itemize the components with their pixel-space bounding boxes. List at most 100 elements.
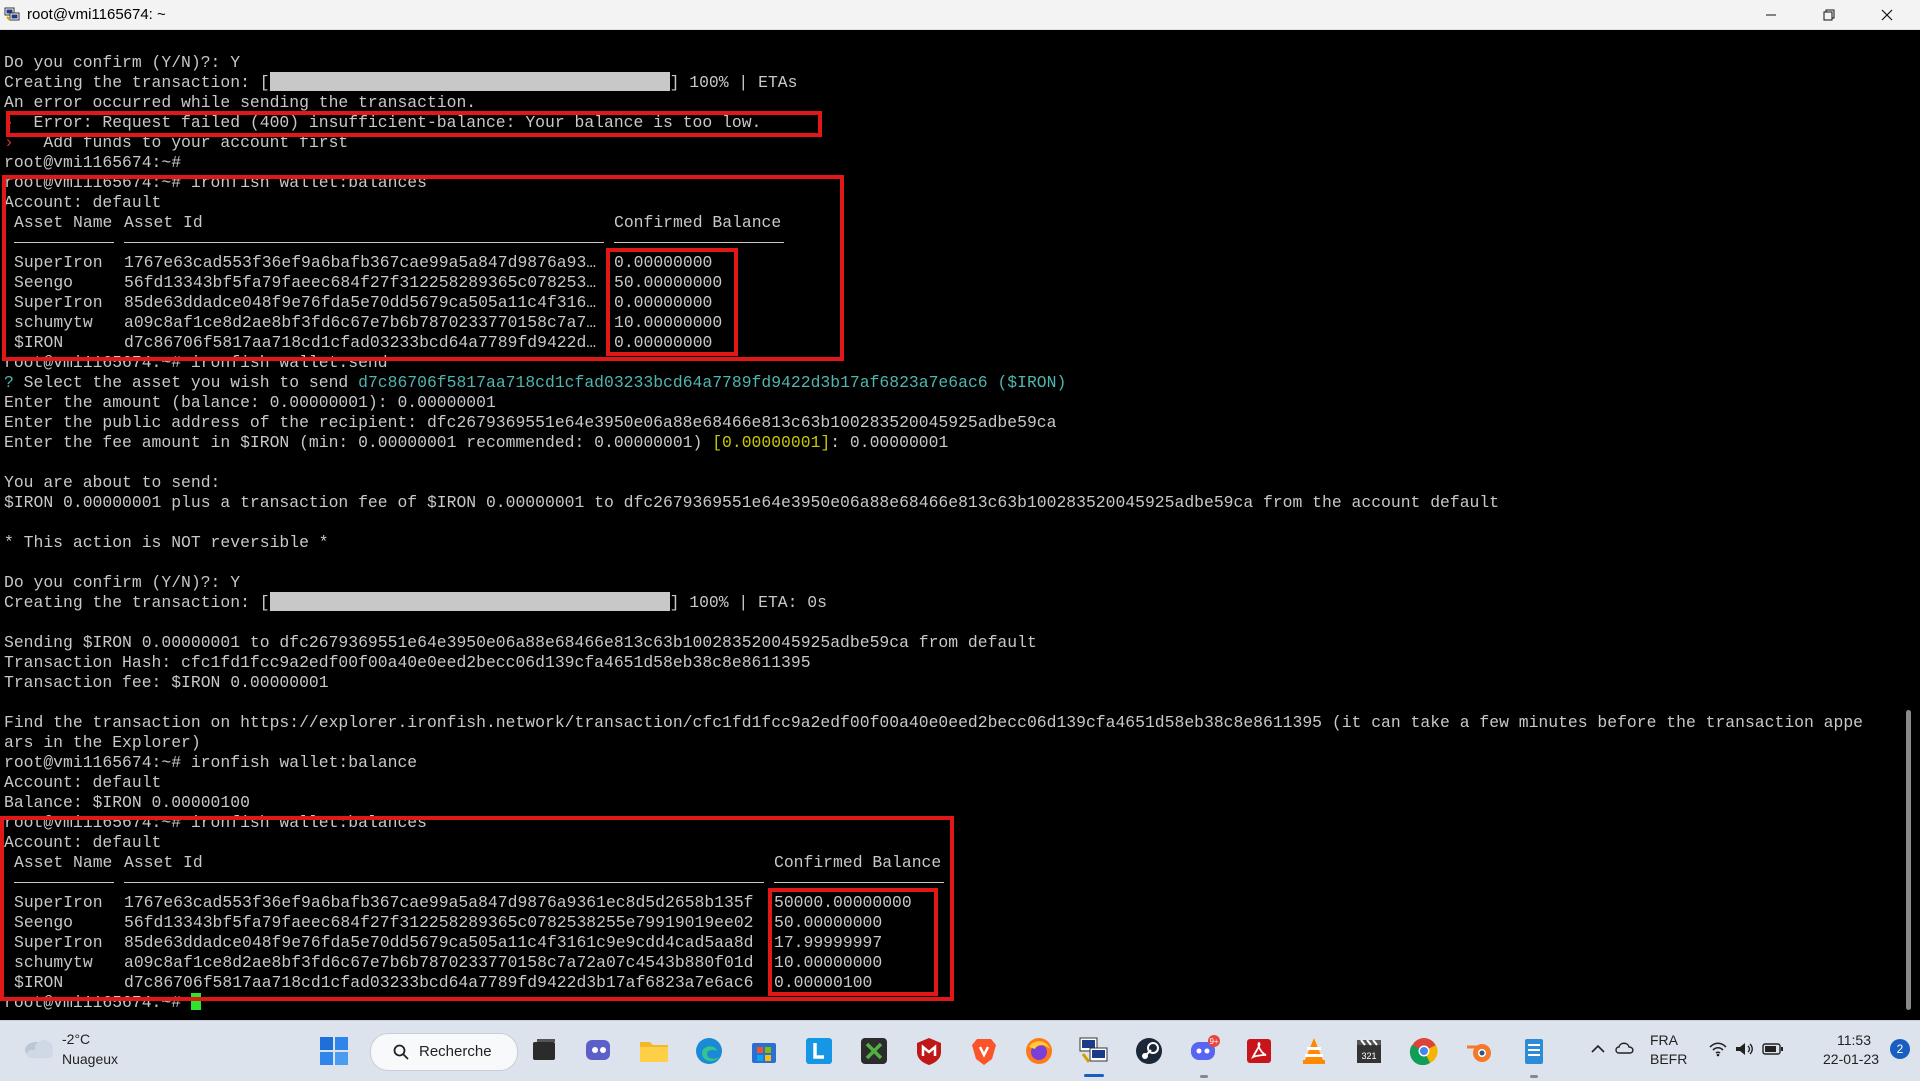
keyboard-layout[interactable]: BEFR	[1650, 1051, 1687, 1067]
brave-button[interactable]	[968, 1035, 1000, 1067]
edge-button[interactable]	[693, 1035, 725, 1067]
scrollbar-thumb[interactable]	[1906, 710, 1911, 1010]
terminal-line: Enter the public address of the recipien…	[4, 413, 1057, 432]
vlc-button[interactable]	[1298, 1035, 1330, 1067]
putty-button[interactable]	[1078, 1035, 1110, 1067]
prompt-line: root@vmi1165674:~#	[4, 153, 182, 172]
onedrive-cloud-icon[interactable]	[1614, 1039, 1636, 1055]
windows-start-icon	[320, 1037, 348, 1065]
terminal-text: ] 100% | ETA: 0s	[669, 593, 827, 612]
notepad-icon	[1525, 1039, 1543, 1064]
chat-button[interactable]	[583, 1035, 615, 1067]
chrome-button[interactable]	[1408, 1035, 1440, 1067]
terminal-text: Enter the fee amount in $IRON (min: 0.00…	[4, 433, 713, 452]
firefox-button[interactable]	[1023, 1035, 1055, 1067]
balance-column-highlight-box	[606, 248, 738, 356]
clapper-icon: 321	[1357, 1039, 1381, 1063]
default-value-hint: [0.00000001]	[712, 433, 831, 452]
terminal-line: Transaction fee: $IRON 0.00000001	[4, 673, 329, 692]
prompt-line: root@vmi1165674:~# ironfish wallet:balan…	[4, 753, 418, 772]
discord-badge: 9+	[1209, 1037, 1218, 1046]
terminal-scrollbar[interactable]	[1898, 30, 1920, 1020]
mcafee-button[interactable]	[913, 1035, 945, 1067]
store-button[interactable]	[748, 1035, 780, 1067]
l-app-button[interactable]	[803, 1035, 835, 1067]
edge-icon	[696, 1038, 722, 1064]
question-mark-icon: ?	[4, 373, 14, 392]
search-label: Recherche	[419, 1043, 492, 1060]
notification-badge[interactable]: 2	[1890, 1039, 1910, 1059]
error-highlight-box	[6, 111, 822, 137]
balance-column-highlight-box	[768, 888, 938, 996]
running-app-indicator	[1200, 1075, 1208, 1078]
terminal-line: ars in the Explorer)	[4, 733, 201, 752]
task-view-icon	[533, 1039, 555, 1060]
acrobat-icon	[1247, 1039, 1271, 1063]
file-explorer-button[interactable]	[638, 1035, 670, 1067]
blender-icon	[1467, 1044, 1491, 1062]
volume-icon[interactable]	[1734, 1041, 1754, 1057]
steam-button[interactable]	[1133, 1035, 1165, 1067]
window-title-bar[interactable]: root@vmi1165674: ~	[0, 0, 1920, 30]
steam-icon	[1136, 1038, 1162, 1064]
notepad-button[interactable]	[1518, 1035, 1550, 1067]
terminal-line: $IRON 0.00000001 plus a transaction fee …	[4, 493, 1500, 512]
weather-widget[interactable]: -2°C Nuageux	[22, 1029, 142, 1073]
terminal-line: An error occurred while sending the tran…	[4, 93, 477, 112]
blender-button[interactable]	[1463, 1035, 1495, 1067]
terminal-line: Transaction Hash: cfc1fd1fcc9a2edf00f00a…	[4, 653, 811, 672]
chrome-icon	[1409, 1038, 1438, 1066]
language-code[interactable]: FRA	[1650, 1032, 1678, 1048]
restore-icon	[1823, 9, 1835, 20]
terminal-line: Do you confirm (Y/N)?: Y	[4, 53, 241, 72]
file-explorer-icon	[640, 1042, 668, 1062]
search-icon	[393, 1044, 409, 1060]
firefox-icon	[1026, 1038, 1052, 1064]
selected-asset: d7c86706f5817aa718cd1cfad03233bcd64a7789…	[358, 373, 1067, 392]
terminal-line: Account: default	[4, 773, 162, 792]
clock-date[interactable]: 22-01-23	[1823, 1051, 1879, 1067]
restore-button[interactable]	[1800, 0, 1858, 29]
chat-icon	[586, 1040, 610, 1060]
acrobat-button[interactable]	[1243, 1035, 1275, 1067]
window-title: root@vmi1165674: ~	[27, 6, 166, 23]
battery-icon[interactable]	[1762, 1043, 1784, 1055]
start-button[interactable]	[318, 1035, 350, 1067]
xbox-icon	[861, 1038, 887, 1064]
weather-condition: Nuageux	[62, 1051, 119, 1067]
putty-app-icon	[4, 7, 20, 21]
clock-time[interactable]: 11:53	[1837, 1032, 1871, 1048]
terminal-line: Creating the transaction: [] 100% | ETA:…	[4, 592, 827, 613]
progress-bar	[269, 592, 670, 612]
progress-bar	[269, 72, 670, 92]
terminal-text: Creating the transaction: [	[4, 73, 270, 92]
terminal-output[interactable]: Do you confirm (Y/N)?: Y Creating the tr…	[0, 30, 1898, 1020]
xbox-button[interactable]	[858, 1035, 890, 1067]
clapper-app-button[interactable]: 321	[1353, 1035, 1385, 1067]
terminal-text: Select the asset you wish to send	[13, 373, 359, 392]
chevron-up-icon[interactable]	[1590, 1043, 1606, 1055]
terminal-text: ] 100% | ETAs	[669, 73, 798, 92]
terminal-line: Enter the fee amount in $IRON (min: 0.00…	[4, 433, 948, 453]
task-view-button[interactable]	[528, 1035, 560, 1067]
terminal-text: : 0.00000001	[830, 433, 949, 452]
system-tray: FRA BEFR 11:53 22-01-23 2	[1590, 1021, 1920, 1081]
svg-text:321: 321	[1361, 1051, 1376, 1061]
minimize-button[interactable]	[1742, 0, 1800, 29]
terminal-line: Find the transaction on https://explorer…	[4, 713, 1864, 732]
minimize-icon	[1766, 14, 1776, 15]
terminal-line: ? Select the asset you wish to send d7c8…	[4, 373, 1066, 393]
terminal-line: Sending $IRON 0.00000001 to dfc267936955…	[4, 633, 1037, 652]
terminal-line: Balance: $IRON 0.00000100	[4, 793, 250, 812]
active-app-indicator	[1084, 1074, 1104, 1077]
terminal-line: Do you confirm (Y/N)?: Y	[4, 573, 241, 592]
close-icon	[1881, 9, 1893, 20]
wifi-icon[interactable]	[1708, 1041, 1728, 1057]
terminal-line: Creating the transaction: [ ] 100% | ETAs	[4, 72, 798, 93]
discord-button[interactable]: 9+	[1188, 1035, 1220, 1067]
taskbar-search-box[interactable]: Recherche	[370, 1033, 518, 1071]
taskbar: -2°C Nuageux Recherche 9+ 321 FRA BEFR 1…	[0, 1020, 1920, 1081]
terminal-line: * This action is NOT reversible *	[4, 533, 329, 552]
store-icon	[752, 1043, 776, 1063]
close-button[interactable]	[1858, 0, 1916, 29]
